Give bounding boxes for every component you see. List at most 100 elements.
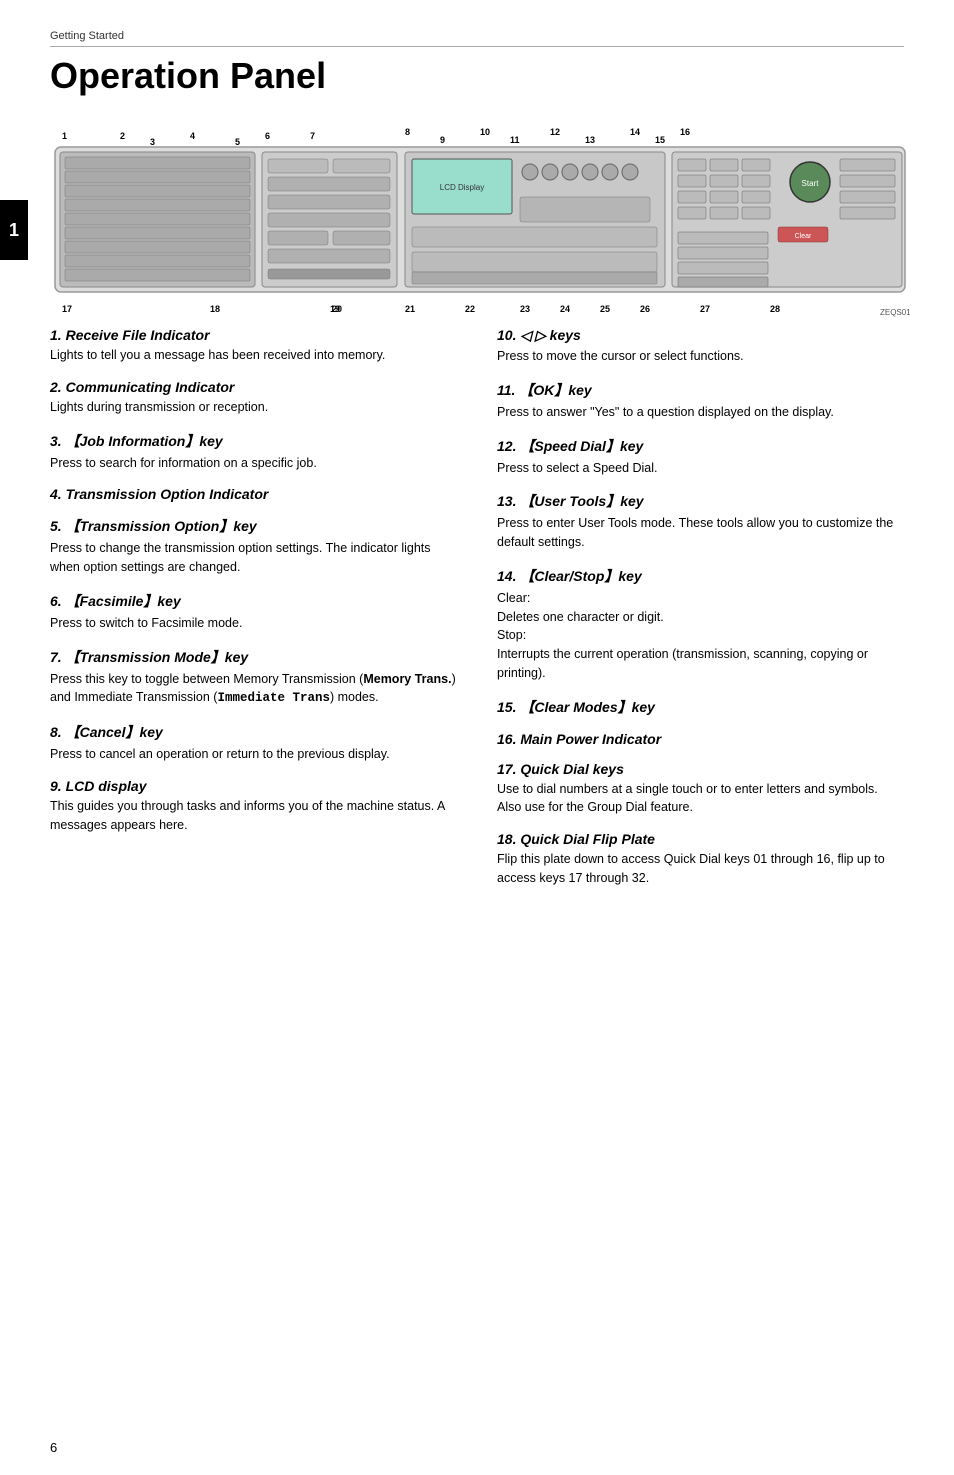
item-8-text: Press to cancel an operation or return t…: [50, 745, 457, 764]
item-10-heading: 10. ◁ ▷ keys: [497, 327, 904, 344]
item-2-heading: 2. Communicating Indicator: [50, 379, 457, 395]
item-17-heading: 17. Quick Dial keys: [497, 761, 904, 777]
item-11-text: Press to answer "Yes" to a question disp…: [497, 403, 904, 422]
svg-text:18: 18: [210, 304, 220, 314]
item-6-heading: 6. 【Facsimile】key: [50, 591, 457, 611]
svg-text:8: 8: [405, 127, 410, 137]
item-3: 3. 【Job Information】key Press to search …: [50, 431, 457, 473]
svg-text:LCD Display: LCD Display: [440, 183, 484, 192]
svg-text:13: 13: [585, 135, 595, 145]
item-2: 2. Communicating Indicator Lights during…: [50, 379, 457, 417]
item-8-heading: 8. 【Cancel】key: [50, 722, 457, 742]
item-16-title: Main Power Indicator: [520, 731, 661, 747]
item-7-text: Press this key to toggle between Memory …: [50, 670, 457, 709]
svg-text:23: 23: [520, 304, 530, 314]
operation-panel-diagram: LCD Display: [50, 117, 904, 327]
right-column: 10. ◁ ▷ keys Press to move the cursor or…: [497, 327, 904, 902]
item-4-title: Transmission Option Indicator: [66, 486, 269, 502]
item-15-title: 【Clear Modes】key: [520, 699, 655, 715]
item-13: 13. 【User Tools】key Press to enter User …: [497, 491, 904, 552]
item-17: 17. Quick Dial keys Use to dial numbers …: [497, 761, 904, 818]
item-1-num: 1: [50, 327, 58, 343]
svg-text:Clear: Clear: [795, 233, 812, 240]
svg-text:20: 20: [332, 304, 342, 314]
item-18-text: Flip this plate down to access Quick Dia…: [497, 850, 904, 888]
page-title: Operation Panel: [50, 55, 904, 97]
item-10-title: ◁ ▷ keys: [520, 327, 580, 343]
item-17-num: 17: [497, 761, 513, 777]
left-column: 1. Receive File Indicator Lights to tell…: [50, 327, 457, 902]
item-7-num: 7: [50, 649, 58, 665]
svg-text:24: 24: [560, 304, 570, 314]
svg-text:2: 2: [120, 131, 125, 141]
svg-text:14: 14: [630, 127, 640, 137]
item-14-heading: 14. 【Clear/Stop】key: [497, 566, 904, 586]
svg-text:17: 17: [62, 304, 72, 314]
item-5-heading: 5. 【Transmission Option】key: [50, 516, 457, 536]
item-8: 8. 【Cancel】key Press to cancel an operat…: [50, 722, 457, 764]
item-10-num: 10: [497, 327, 513, 343]
item-13-num: 13: [497, 493, 513, 509]
item-1-heading: 1. Receive File Indicator: [50, 327, 457, 343]
content-columns: 1. Receive File Indicator Lights to tell…: [50, 327, 904, 902]
svg-text:1: 1: [62, 131, 67, 141]
item-11-heading: 11. 【OK】key: [497, 380, 904, 400]
page-number: 6: [50, 1440, 57, 1455]
item-3-heading: 3. 【Job Information】key: [50, 431, 457, 451]
item-16-num: 16: [497, 731, 513, 747]
item-15: 15. 【Clear Modes】key: [497, 697, 904, 717]
item-2-text: Lights during transmission or reception.: [50, 398, 457, 417]
item-14-text: Clear: Deletes one character or digit. S…: [497, 589, 904, 683]
item-12-num: 12: [497, 438, 513, 454]
svg-text:16: 16: [680, 127, 690, 137]
item-3-title: 【Job Information】key: [66, 433, 223, 449]
svg-text:4: 4: [190, 131, 195, 141]
item-8-title: 【Cancel】key: [66, 724, 163, 740]
svg-text:Start: Start: [802, 179, 820, 188]
item-9: 9. LCD display This guides you through t…: [50, 778, 457, 835]
item-4: 4. Transmission Option Indicator: [50, 486, 457, 502]
item-5-text: Press to change the transmission option …: [50, 539, 457, 577]
svg-text:27: 27: [700, 304, 710, 314]
item-14-title: 【Clear/Stop】key: [520, 568, 641, 584]
svg-text:12: 12: [550, 127, 560, 137]
item-15-heading: 15. 【Clear Modes】key: [497, 697, 904, 717]
item-13-text: Press to enter User Tools mode. These to…: [497, 514, 904, 552]
item-7-heading: 7. 【Transmission Mode】key: [50, 647, 457, 667]
item-5-num: 5: [50, 518, 58, 534]
panel-svg: LCD Display: [50, 117, 910, 317]
item-5-title: 【Transmission Option】key: [66, 518, 257, 534]
item-2-num: 2: [50, 379, 58, 395]
item-17-title: Quick Dial keys: [520, 761, 624, 777]
svg-text:5: 5: [235, 137, 240, 147]
item-9-num: 9: [50, 778, 58, 794]
item-18-title: Quick Dial Flip Plate: [520, 831, 655, 847]
item-16-heading: 16. Main Power Indicator: [497, 731, 904, 747]
item-1-title: Receive File Indicator: [66, 327, 210, 343]
item-7-title: 【Transmission Mode】key: [66, 649, 249, 665]
item-2-title: Communicating Indicator: [66, 379, 235, 395]
item-4-num: 4: [50, 486, 58, 502]
item-3-num: 3: [50, 433, 58, 449]
svg-text:7: 7: [310, 131, 315, 141]
item-9-heading: 9. LCD display: [50, 778, 457, 794]
svg-text:6: 6: [265, 131, 270, 141]
item-10-text: Press to move the cursor or select funct…: [497, 347, 904, 366]
item-1: 1. Receive File Indicator Lights to tell…: [50, 327, 457, 365]
item-13-title: 【User Tools】key: [520, 493, 643, 509]
item-14: 14. 【Clear/Stop】key Clear: Deletes one c…: [497, 566, 904, 683]
item-6-title: 【Facsimile】key: [66, 593, 181, 609]
item-10: 10. ◁ ▷ keys Press to move the cursor or…: [497, 327, 904, 366]
item-14-num: 14: [497, 568, 513, 584]
svg-text:15: 15: [655, 135, 665, 145]
item-6-text: Press to switch to Facsimile mode.: [50, 614, 457, 633]
item-13-heading: 13. 【User Tools】key: [497, 491, 904, 511]
item-12-title: 【Speed Dial】key: [520, 438, 643, 454]
svg-text:11: 11: [510, 135, 520, 145]
item-17-text: Use to dial numbers at a single touch or…: [497, 780, 904, 818]
item-4-heading: 4. Transmission Option Indicator: [50, 486, 457, 502]
chapter-tab: 1: [0, 200, 28, 260]
svg-text:10: 10: [480, 127, 490, 137]
breadcrumb: Getting Started: [50, 30, 904, 47]
item-16: 16. Main Power Indicator: [497, 731, 904, 747]
